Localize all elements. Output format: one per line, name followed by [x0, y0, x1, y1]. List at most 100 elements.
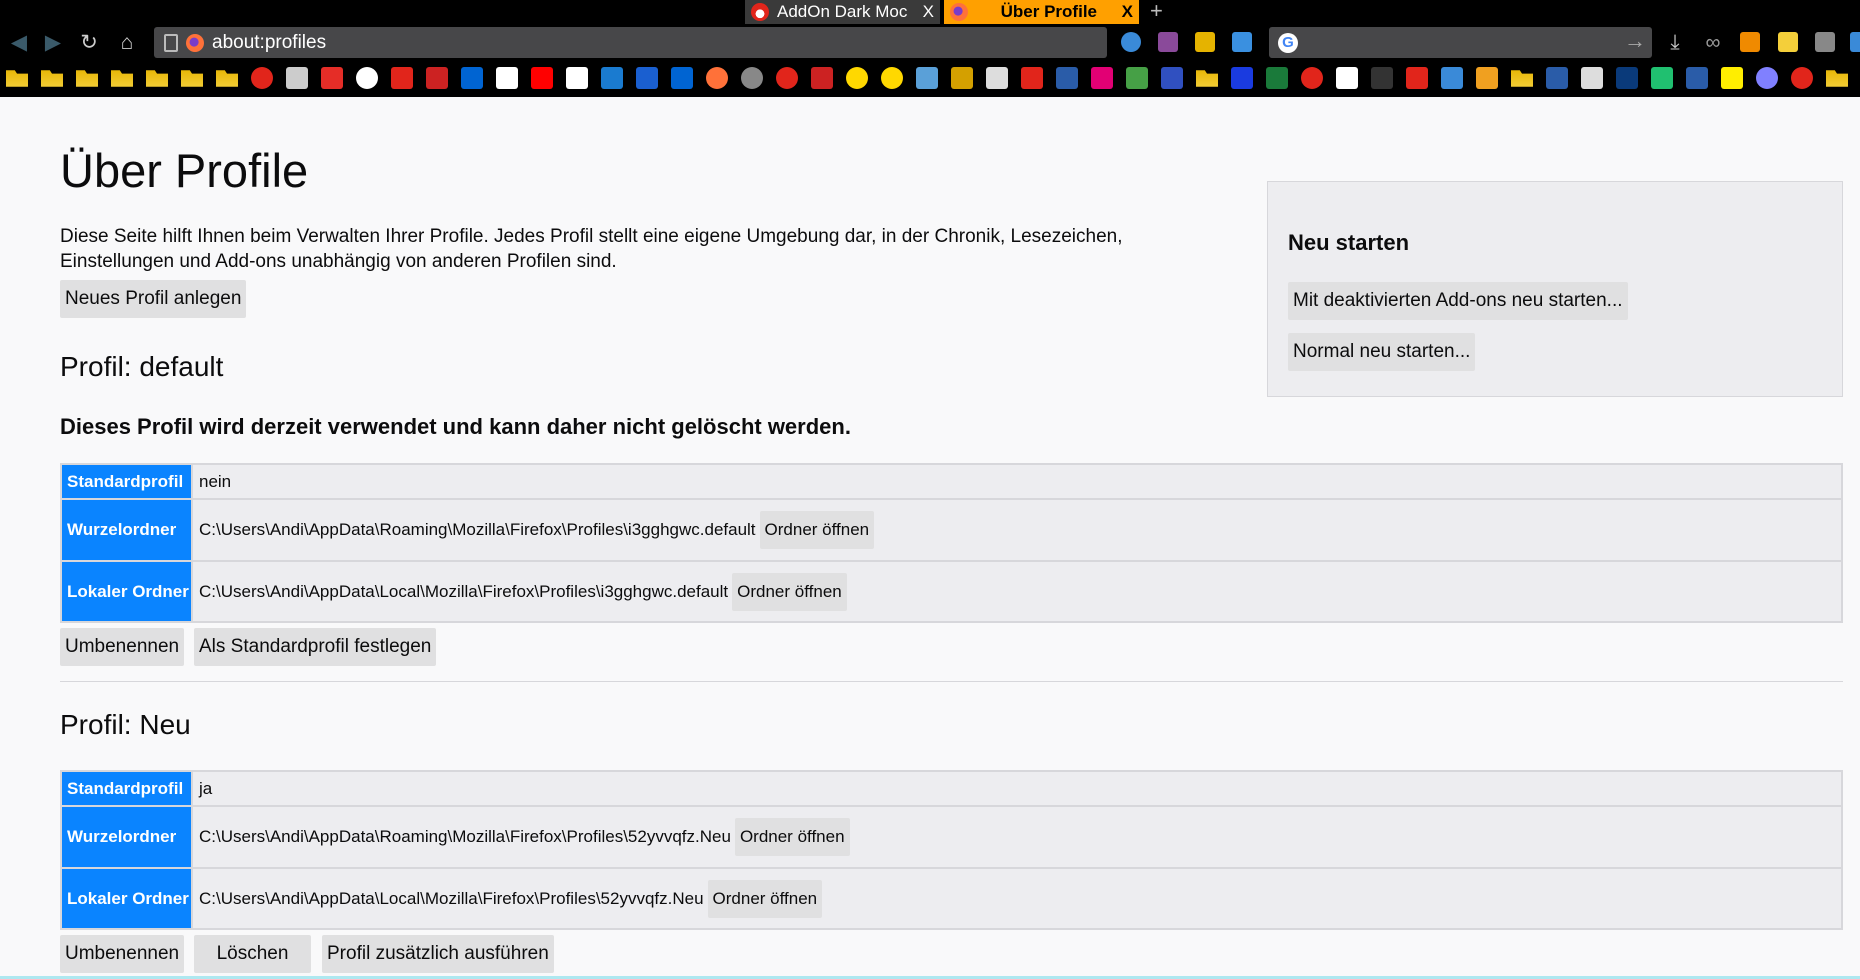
tab-close-button[interactable]: X — [923, 2, 934, 22]
feather-bookmark-icon[interactable] — [636, 67, 658, 89]
gmail-bookmark-icon[interactable] — [1406, 67, 1428, 89]
clipboard-bookmark-icon[interactable] — [986, 67, 1008, 89]
search-go-button[interactable]: → — [1624, 28, 1646, 54]
url-bar[interactable]: about:profiles — [154, 27, 1107, 58]
flame-bookmark-icon[interactable] — [776, 67, 798, 89]
open-local-folder-button[interactable]: Ordner öffnen — [732, 572, 847, 611]
folder-bookmark-icon[interactable] — [216, 70, 238, 87]
blue-folder-icon[interactable] — [1232, 32, 1252, 52]
back-button[interactable]: ◀ — [6, 30, 32, 56]
ndr-bookmark-icon[interactable] — [1616, 67, 1638, 89]
monitor-bookmark-icon[interactable] — [601, 67, 623, 89]
notes-icon[interactable] — [1778, 32, 1798, 52]
beach-bookmark-icon[interactable] — [916, 67, 938, 89]
smiley-glasses-bookmark-icon[interactable] — [846, 67, 868, 89]
pin-bookmark-icon[interactable] — [1756, 67, 1778, 89]
chat-bookmark-icon[interactable] — [1441, 67, 1463, 89]
d-green-bookmark-icon[interactable] — [1651, 67, 1673, 89]
flame-bookmark-icon[interactable] — [1791, 67, 1813, 89]
thunderbird-icon[interactable] — [1121, 32, 1141, 52]
open-root-folder-button[interactable]: Ordner öffnen — [734, 818, 850, 856]
reload-button[interactable]: ↻ — [76, 30, 102, 56]
at-bookmark-icon[interactable] — [356, 67, 378, 89]
people-bookmark-icon[interactable] — [1161, 67, 1183, 89]
tab-addon-dark-moc[interactable]: AddOn Dark Moc X — [745, 0, 940, 24]
dots-bookmark-icon[interactable] — [1476, 67, 1498, 89]
x-bookmark-icon[interactable] — [391, 67, 413, 89]
table-row: Standardprofil ja — [62, 772, 1841, 805]
youtube-bookmark-icon[interactable] — [321, 67, 343, 89]
sparkasse-bookmark-icon[interactable] — [531, 67, 553, 89]
folder-bookmark-icon[interactable] — [1511, 70, 1533, 87]
sh-bookmark-icon[interactable] — [1301, 67, 1323, 89]
local-folder-label: Lokaler Ordner — [62, 869, 193, 928]
rename-button[interactable]: Umbenennen — [60, 935, 185, 973]
url-text[interactable]: about:profiles — [212, 32, 326, 54]
home-button[interactable]: ⌂ — [114, 30, 140, 56]
smiley-bookmark-icon[interactable] — [881, 67, 903, 89]
folder-bookmark-icon[interactable] — [76, 70, 98, 87]
default-value: nein — [199, 471, 232, 491]
browser-chrome: AddOn Dark Moc X Über Profile X + ◀ ▶ ↻ … — [0, 0, 1860, 97]
extension-icon[interactable] — [1158, 32, 1178, 52]
pen-bookmark-icon[interactable] — [1371, 67, 1393, 89]
folder-bookmark-icon[interactable] — [41, 70, 63, 87]
telekom-bookmark-icon[interactable] — [1091, 67, 1113, 89]
disc-bookmark-icon[interactable] — [741, 67, 763, 89]
profile-heading: Profil: Neu — [60, 709, 191, 740]
diamond-bookmark-icon[interactable] — [951, 67, 973, 89]
open-local-folder-button[interactable]: Ordner öffnen — [707, 879, 823, 918]
launch-profile-button[interactable]: Profil zusätzlich ausführen — [322, 935, 554, 973]
cb-bookmark-icon[interactable] — [1056, 67, 1078, 89]
restart-normal-button[interactable]: Normal neu starten... — [1288, 333, 1476, 371]
diamond-green-bookmark-icon[interactable] — [1126, 67, 1148, 89]
new-tab-button[interactable]: + — [1150, 0, 1163, 24]
gh-bookmark-icon[interactable] — [566, 67, 588, 89]
search-bar[interactable]: G → — [1269, 27, 1652, 58]
cb-bookmark-icon[interactable] — [1686, 67, 1708, 89]
search-extension-icon[interactable] — [1740, 32, 1760, 52]
w3-bookmark-icon[interactable] — [1266, 67, 1288, 89]
open-root-folder-button[interactable]: Ordner öffnen — [759, 511, 875, 549]
ebay-bookmark-icon[interactable] — [671, 67, 693, 89]
private-mask-icon[interactable]: ∞ — [1700, 30, 1726, 56]
wp-bookmark-icon[interactable] — [1336, 67, 1358, 89]
set-default-button[interactable]: Als Standardprofil festlegen — [194, 628, 437, 666]
flame-bookmark-icon[interactable] — [251, 67, 273, 89]
folder-bookmark-icon[interactable] — [146, 70, 168, 87]
cb-bookmark-icon[interactable] — [1546, 67, 1568, 89]
table-row: Standardprofil nein — [62, 465, 1841, 498]
ebay-bookmark-icon[interactable] — [461, 67, 483, 89]
create-profile-button[interactable]: Neues Profil anlegen — [60, 280, 247, 318]
forward-button[interactable]: ▶ — [40, 30, 66, 56]
tab-title: AddOn Dark Moc — [777, 2, 908, 21]
folder-bookmark-icon[interactable] — [111, 70, 133, 87]
bracket-bookmark-icon[interactable] — [1581, 67, 1603, 89]
page-title: Über Profile — [60, 144, 309, 197]
news-bookmark-icon[interactable] — [426, 67, 448, 89]
tab-close-button[interactable]: X — [1122, 2, 1133, 22]
download-icon[interactable]: ⤓ — [1662, 30, 1688, 56]
folder-icon[interactable] — [1195, 32, 1215, 52]
default-label: Standardprofil — [62, 772, 193, 805]
clapperboard-icon[interactable] — [1815, 32, 1835, 52]
b64-bookmark-icon[interactable] — [1721, 67, 1743, 89]
firefox-bookmark-icon[interactable] — [706, 67, 728, 89]
root-folder-label: Wurzelordner — [62, 500, 193, 560]
bz-bookmark-icon[interactable] — [286, 67, 308, 89]
reload-bookmark-icon[interactable] — [811, 67, 833, 89]
info-bookmark-icon[interactable] — [1231, 67, 1253, 89]
folder-bookmark-icon[interactable] — [6, 70, 28, 87]
profile-table: Standardprofil ja Wurzelordner C:\Users\… — [60, 770, 1843, 930]
restart-addons-disabled-button[interactable]: Mit deaktivierten Add-ons neu starten... — [1288, 282, 1628, 320]
overflow-icon[interactable] — [1850, 32, 1860, 52]
tab-uber-profile[interactable]: Über Profile X — [944, 0, 1139, 24]
folder-bookmark-icon[interactable] — [181, 70, 203, 87]
delete-button[interactable]: Löschen — [194, 935, 311, 973]
divider — [60, 681, 1843, 682]
amazon-bookmark-icon[interactable] — [496, 67, 518, 89]
folder-bookmark-icon[interactable] — [1196, 70, 1218, 87]
c-red-bookmark-icon[interactable] — [1021, 67, 1043, 89]
rename-button[interactable]: Umbenennen — [60, 628, 185, 666]
folder-bookmark-icon[interactable] — [1826, 70, 1848, 87]
